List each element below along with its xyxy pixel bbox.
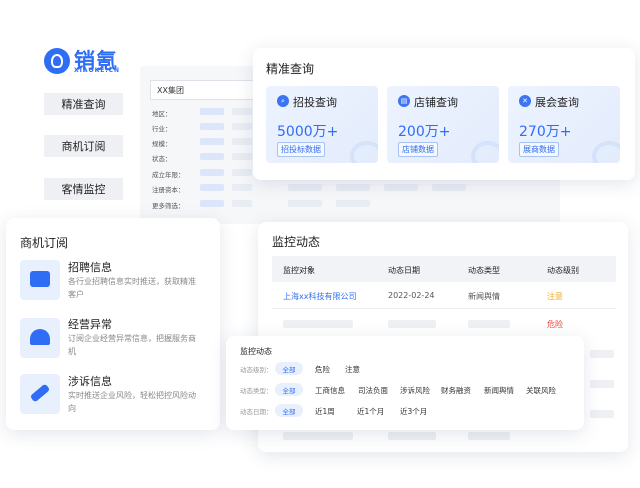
- opportunity-subscribe-title: 商机订阅: [20, 236, 69, 250]
- nav-opportunity-subscribe[interactable]: 商机订阅: [44, 135, 123, 157]
- toolbox-icon: [20, 260, 60, 300]
- filter-region-label: 地区：: [152, 110, 172, 118]
- filter-level-warn[interactable]: 注意: [345, 364, 360, 375]
- litigation-desc: 实时推送企业风险，轻松把控风险动向: [68, 391, 196, 413]
- store-query-card[interactable]: ▤ 店铺查询 200万+ 店铺数据: [387, 86, 499, 163]
- nav-precise-search[interactable]: 精准查询: [44, 93, 123, 115]
- store-query-count: 200万+: [398, 124, 451, 140]
- alarm-icon: [20, 318, 60, 358]
- filter-type-judicial[interactable]: 司法负面: [358, 385, 388, 396]
- litigation-title[interactable]: 涉诉信息: [68, 373, 112, 389]
- filter-type-label: 动态类型：: [240, 387, 273, 395]
- search-icon: ⌕: [277, 95, 289, 107]
- exhibition-query-card[interactable]: ✕ 展会查询 270万+ 展商数据: [508, 86, 620, 163]
- filter-level-label: 动态级别：: [240, 366, 273, 374]
- exhibition-watermark-icon: [592, 141, 620, 163]
- filter-type-news[interactable]: 新闻舆情: [484, 385, 514, 396]
- filter-date-all-chip[interactable]: 全部: [275, 404, 303, 417]
- filter-age-label: 成立年限：: [152, 171, 185, 179]
- filter-type-related[interactable]: 关联风险: [526, 385, 556, 396]
- recruitment-title[interactable]: 招聘信息: [68, 259, 112, 275]
- gavel-icon: [20, 374, 60, 414]
- brand-domain: XIAOKE.CN: [74, 67, 121, 74]
- row-type: 新闻舆情: [468, 292, 500, 301]
- exhibition-icon: ✕: [519, 95, 531, 107]
- col-type: 动态类型: [468, 266, 500, 275]
- col-level: 动态级别: [547, 266, 579, 275]
- row-level-warn: 注意: [547, 292, 563, 301]
- monitor-filter-title: 监控动态: [240, 347, 272, 356]
- filter-type-finance[interactable]: 财务融资: [441, 385, 471, 396]
- row-target-link[interactable]: 上海xx科技有限公司: [283, 291, 356, 302]
- row-level-danger: 危险: [547, 320, 563, 329]
- abnormal-operation-desc: 订阅企业经营异常信息，把握服务商机: [68, 334, 196, 356]
- filter-more-label: 更多筛选：: [152, 202, 185, 210]
- filter-type-litigation[interactable]: 涉诉风险: [400, 385, 430, 396]
- filter-date-month[interactable]: 近1个月: [357, 406, 384, 417]
- col-target: 监控对象: [283, 266, 315, 275]
- filter-level-danger[interactable]: 危险: [315, 364, 330, 375]
- store-query-label: 店铺查询: [414, 96, 458, 109]
- bid-data-tag: 招投标数据: [277, 142, 325, 157]
- nav-customer-monitor[interactable]: 客情监控: [44, 178, 123, 200]
- abnormal-operation-title[interactable]: 经营异常: [68, 316, 112, 332]
- row-date: 2022-02-24: [388, 291, 435, 300]
- filter-date-quarter[interactable]: 近3个月: [400, 406, 427, 417]
- filter-status-label: 状态：: [152, 155, 172, 163]
- logo-icon: [44, 48, 70, 74]
- filter-industry-label: 行业：: [152, 125, 172, 133]
- bid-watermark-icon: [350, 141, 378, 163]
- filter-type-all-chip[interactable]: 全部: [275, 383, 303, 396]
- bid-query-card[interactable]: ⌕ 招投查询 5000万+ 招投标数据: [266, 86, 378, 163]
- filter-date-label: 动态日期：: [240, 408, 273, 416]
- bid-query-count: 5000万+: [277, 124, 339, 140]
- filter-date-week[interactable]: 近1周: [315, 406, 335, 417]
- monitor-title: 监控动态: [272, 235, 321, 249]
- col-date: 动态日期: [388, 266, 420, 275]
- store-watermark-icon: [471, 141, 499, 163]
- filter-level-all-chip[interactable]: 全部: [275, 362, 303, 375]
- store-data-tag: 店铺数据: [398, 142, 438, 157]
- store-icon: ▤: [398, 95, 410, 107]
- exhibitor-data-tag: 展商数据: [519, 142, 559, 157]
- search-input[interactable]: XX集团: [150, 80, 260, 100]
- recruitment-desc: 各行业招聘信息实时推送，获取精准客户: [68, 277, 196, 299]
- filter-type-business[interactable]: 工商信息: [315, 385, 345, 396]
- exhibition-query-count: 270万+: [519, 124, 572, 140]
- exhibition-query-label: 展会查询: [535, 96, 579, 109]
- filter-capital-label: 注册资本：: [152, 186, 185, 194]
- filter-scale-label: 规模：: [152, 140, 172, 148]
- precise-search-title: 精准查询: [266, 62, 315, 76]
- bid-query-label: 招投查询: [293, 96, 337, 109]
